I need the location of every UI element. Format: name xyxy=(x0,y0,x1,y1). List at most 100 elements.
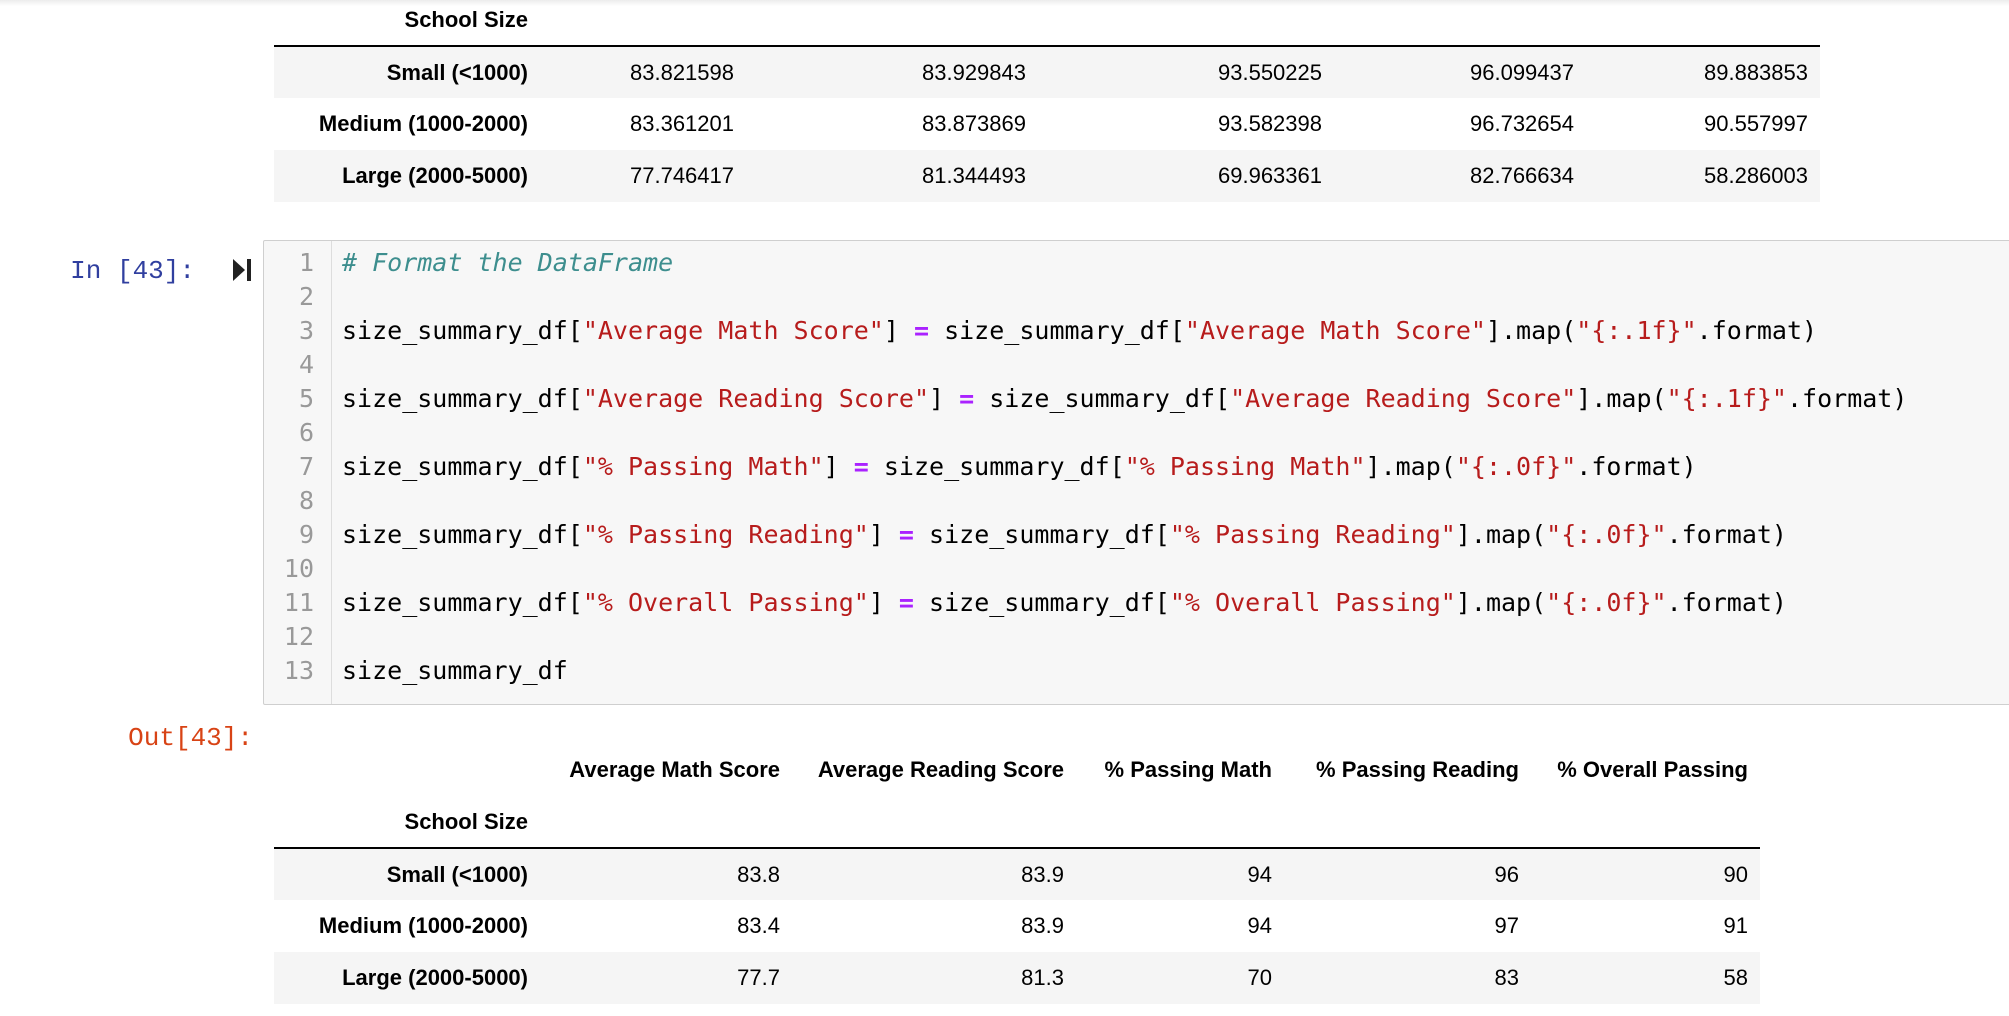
column-header: % Passing Reading xyxy=(1316,757,1519,782)
column-header: Average Math Score xyxy=(569,757,780,782)
output-prompt: Out[43]: xyxy=(128,723,253,753)
line-number: 3 xyxy=(298,316,314,345)
code-string: "% Overall Passing" xyxy=(1169,588,1456,617)
dataframe-table-output: Average Math Score Average Reading Score%… xyxy=(274,744,1760,1004)
input-prompt: In [43]: xyxy=(70,256,195,286)
code-operator: = xyxy=(898,520,914,549)
code-cell-input[interactable]: 1 # Format the DataFrame 2 3 size_summary_df… xyxy=(263,240,2009,705)
table-row: Large (2000-5000) 77.7 81.3 70 83 58 xyxy=(274,952,1760,1004)
line-number: 7 xyxy=(298,452,314,481)
code-text: size_summary_df[ xyxy=(342,384,583,413)
code-string: "{:.0f}" xyxy=(1455,452,1577,481)
table-cell: 89.883853 xyxy=(1704,59,1808,85)
code-text: size_summary_df[ xyxy=(929,316,1185,345)
table-cell: 97 xyxy=(1494,913,1519,938)
code-text: ].map( xyxy=(1455,520,1547,549)
table-cell: 70 xyxy=(1247,965,1272,990)
code-string: "Average Reading Score" xyxy=(1230,384,1577,413)
table-cell: 90.557997 xyxy=(1704,111,1808,136)
code-line: size_summary_df["Average Reading Score"]… xyxy=(342,382,1907,416)
line-number: 8 xyxy=(298,486,314,515)
code-text: size_summary_df[ xyxy=(342,316,583,345)
code-text: .format) xyxy=(1576,452,1697,481)
table-cell: 94 xyxy=(1247,861,1272,887)
table-cell: 58.286003 xyxy=(1704,163,1808,188)
table-cell: 93.550225 xyxy=(1218,59,1322,85)
code-text: size_summary_df[ xyxy=(974,384,1231,413)
table-cell: 90 xyxy=(1723,861,1748,887)
code-string: "Average Math Score" xyxy=(582,316,884,345)
code-text: size_summary_df[ xyxy=(342,520,583,549)
table-cell: 83.873869 xyxy=(922,111,1026,136)
run-cell-icon[interactable] xyxy=(232,258,252,282)
table-cell: 83.929843 xyxy=(922,59,1026,85)
table-cell: 96 xyxy=(1494,861,1519,887)
code-line: size_summary_df xyxy=(342,654,568,688)
column-header: % Overall Passing xyxy=(1557,757,1748,782)
code-string: "Average Reading Score" xyxy=(582,384,930,413)
line-number: 2 xyxy=(298,282,314,311)
line-number: 11 xyxy=(283,588,314,617)
code-text: ] xyxy=(929,384,960,413)
code-text: .format) xyxy=(1786,384,1908,413)
code-text: size_summary_df[ xyxy=(913,588,1170,617)
index-name: School Size xyxy=(274,796,540,849)
code-string: "% Passing Math" xyxy=(1124,452,1366,481)
code-string: "% Passing Math" xyxy=(582,452,824,481)
code-string: "{:.1f}" xyxy=(1666,384,1787,413)
table-cell: 81.344493 xyxy=(922,163,1026,188)
line-number: 9 xyxy=(298,520,314,549)
row-label: Small (<1000) xyxy=(386,59,528,85)
code-string: "{:.1f}" xyxy=(1576,316,1697,345)
table-cell: 96.099437 xyxy=(1470,59,1574,85)
table-cell: 94 xyxy=(1247,913,1272,938)
table-cell: 91 xyxy=(1723,913,1748,938)
code-operator: = xyxy=(959,384,975,413)
table-cell: 83.9 xyxy=(1021,861,1064,887)
code-operator: = xyxy=(853,452,869,481)
code-text: size_summary_df[ xyxy=(342,588,583,617)
line-number: 10 xyxy=(283,554,314,583)
code-line: # Format the DataFrame xyxy=(342,246,673,280)
table-row: Medium (1000-2000) 83.361201 83.873869 93.5… xyxy=(274,98,1820,150)
table-cell: 83 xyxy=(1494,965,1519,990)
row-label: Small (<1000) xyxy=(386,861,528,887)
code-string: "{:.0f}" xyxy=(1546,588,1667,617)
column-header: % Passing Math xyxy=(1104,757,1272,782)
code-line: size_summary_df["% Passing Reading"] = s… xyxy=(342,518,1787,552)
table-row: Large (2000-5000) 77.746417 81.344493 69.96… xyxy=(274,150,1820,202)
code-string: "{:.0f}" xyxy=(1546,520,1667,549)
index-name: School Size xyxy=(274,0,540,47)
code-string: "% Passing Reading" xyxy=(582,520,869,549)
index-header-row: School Size xyxy=(274,0,1820,47)
code-text: ] xyxy=(823,452,854,481)
code-text: ] xyxy=(883,316,914,345)
line-number: 5 xyxy=(298,384,314,413)
line-number: 6 xyxy=(298,418,314,447)
code-text: size_summary_df[ xyxy=(868,452,1125,481)
code-operator: = xyxy=(913,316,930,345)
code-string: "Average Math Score" xyxy=(1184,316,1486,345)
code-string: "% Overall Passing" xyxy=(582,588,869,617)
line-number: 13 xyxy=(283,656,314,685)
table-row: Small (<1000) 83.8 83.9 94 96 90 xyxy=(274,848,1760,900)
code-text: .format) xyxy=(1696,316,1818,345)
row-label: Medium (1000-2000) xyxy=(318,111,528,136)
row-label: Large (2000-5000) xyxy=(342,163,528,188)
table-row: Small (<1000) 83.821598 83.929843 93.550225… xyxy=(274,46,1820,98)
row-label: Medium (1000-2000) xyxy=(318,913,528,938)
table-cell: 83.4 xyxy=(737,913,780,938)
table-cell: 83.361201 xyxy=(630,111,734,136)
table-cell: 58 xyxy=(1723,965,1748,990)
table-cell: 93.582398 xyxy=(1218,111,1322,136)
line-number: 1 xyxy=(298,248,314,277)
code-text: ].map( xyxy=(1455,588,1547,617)
code-operator: = xyxy=(898,588,914,617)
table-cell: 77.7 xyxy=(737,965,780,990)
code-text: ].map( xyxy=(1576,384,1667,413)
code-string: "% Passing Reading" xyxy=(1169,520,1456,549)
code-text: ] xyxy=(868,520,899,549)
code-text: .format) xyxy=(1666,520,1787,549)
code-text: size_summary_df xyxy=(342,656,568,685)
table-row: Medium (1000-2000) 83.4 83.9 94 97 91 xyxy=(274,900,1760,952)
